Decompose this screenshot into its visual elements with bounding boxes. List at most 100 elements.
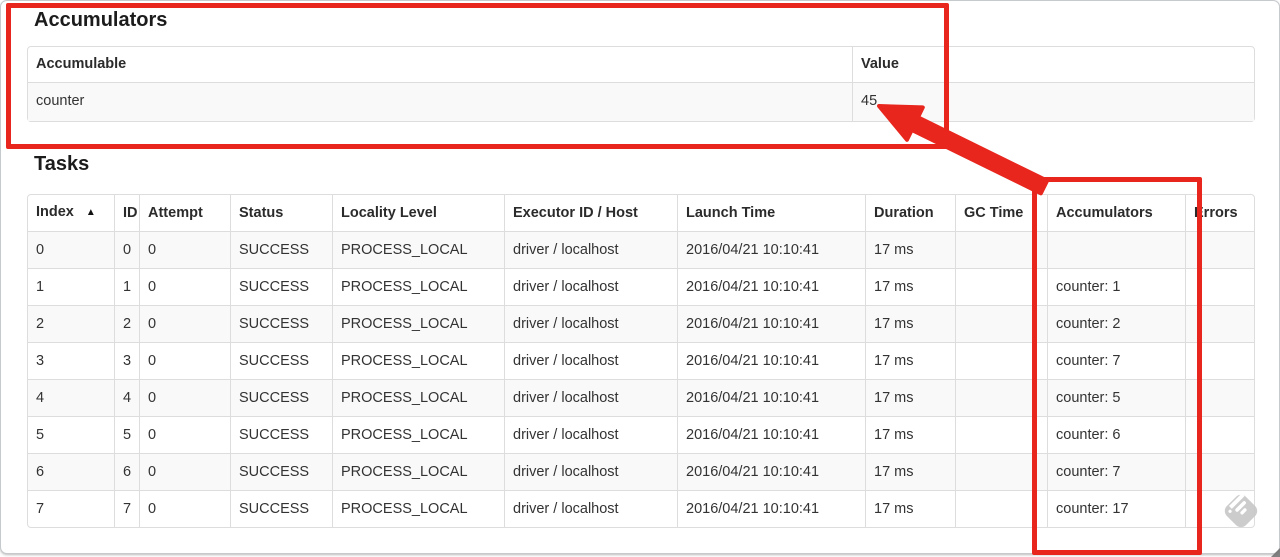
task-row: 770SUCCESSPROCESS_LOCALdriver / localhos… <box>28 490 1254 527</box>
task-cell <box>955 305 1047 342</box>
task-row: 440SUCCESSPROCESS_LOCALdriver / localhos… <box>28 379 1254 416</box>
task-cell <box>1185 379 1254 416</box>
task-cell: 2016/04/21 10:10:41 <box>677 305 865 342</box>
accumulable-name-cell: counter <box>28 82 852 121</box>
task-cell <box>955 379 1047 416</box>
task-cell <box>1185 268 1254 305</box>
task-cell <box>955 231 1047 268</box>
tasks-section-title: Tasks <box>34 153 89 175</box>
column-header-label: Index <box>36 204 74 220</box>
task-cell: 17 ms <box>865 453 955 490</box>
column-header-label: Executor ID / Host <box>513 205 638 221</box>
task-row: 110SUCCESSPROCESS_LOCALdriver / localhos… <box>28 268 1254 305</box>
task-cell: 0 <box>139 490 230 527</box>
task-cell <box>955 453 1047 490</box>
task-cell: PROCESS_LOCAL <box>332 453 504 490</box>
task-cell: driver / localhost <box>504 231 677 268</box>
task-cell: 0 <box>139 342 230 379</box>
task-cell <box>1185 416 1254 453</box>
task-row: 550SUCCESSPROCESS_LOCALdriver / localhos… <box>28 416 1254 453</box>
task-cell: 3 <box>114 342 139 379</box>
task-cell: PROCESS_LOCAL <box>332 490 504 527</box>
accumulable-value-cell: 45 <box>852 82 1254 121</box>
accumulator-row: counter 45 <box>28 82 1254 121</box>
task-cell: 1 <box>28 268 114 305</box>
task-cell: 0 <box>139 416 230 453</box>
task-cell <box>1185 305 1254 342</box>
column-header-label: Status <box>239 205 283 221</box>
task-cell: counter: 17 <box>1047 490 1185 527</box>
task-cell: 2016/04/21 10:10:41 <box>677 490 865 527</box>
accumulable-column-header: Accumulable <box>28 47 852 82</box>
task-cell <box>955 342 1047 379</box>
tasks-column-header-gc-time[interactable]: GC Time <box>955 195 1047 231</box>
task-cell: driver / localhost <box>504 305 677 342</box>
tasks-column-header-duration[interactable]: Duration <box>865 195 955 231</box>
task-cell <box>1185 231 1254 268</box>
task-cell: 2 <box>114 305 139 342</box>
task-cell: PROCESS_LOCAL <box>332 231 504 268</box>
task-cell: 2016/04/21 10:10:41 <box>677 416 865 453</box>
column-header-label: Accumulators <box>1056 205 1153 221</box>
task-cell: 0 <box>28 231 114 268</box>
task-cell: 17 ms <box>865 379 955 416</box>
tasks-column-header-attempt[interactable]: Attempt <box>139 195 230 231</box>
tasks-table: Index ▲ ID Attempt Status Locality Level Execu… <box>27 194 1255 528</box>
task-cell: PROCESS_LOCAL <box>332 268 504 305</box>
task-cell: SUCCESS <box>230 268 332 305</box>
task-cell: SUCCESS <box>230 453 332 490</box>
task-cell: 0 <box>139 453 230 490</box>
task-cell <box>1185 342 1254 379</box>
tasks-column-header-index[interactable]: Index ▲ <box>28 195 114 231</box>
task-cell: 17 ms <box>865 268 955 305</box>
task-cell <box>955 416 1047 453</box>
mouse-cursor-icon <box>1265 541 1280 557</box>
tasks-table-body: 000SUCCESSPROCESS_LOCALdriver / localhos… <box>28 231 1254 527</box>
column-header-label: Attempt <box>148 205 203 221</box>
task-cell: driver / localhost <box>504 268 677 305</box>
spark-ui-page: Accumulators Accumulable Value counter 4… <box>0 0 1280 554</box>
task-cell: 0 <box>139 268 230 305</box>
task-cell: 5 <box>28 416 114 453</box>
task-cell: driver / localhost <box>504 453 677 490</box>
task-cell: driver / localhost <box>504 416 677 453</box>
tasks-column-header-launch-time[interactable]: Launch Time <box>677 195 865 231</box>
task-cell: counter: 5 <box>1047 379 1185 416</box>
task-cell: PROCESS_LOCAL <box>332 305 504 342</box>
task-cell: 0 <box>114 231 139 268</box>
task-cell: counter: 7 <box>1047 342 1185 379</box>
tasks-column-header-executor-id-host[interactable]: Executor ID / Host <box>504 195 677 231</box>
column-header-label: Launch Time <box>686 205 775 221</box>
tasks-column-header-status[interactable]: Status <box>230 195 332 231</box>
task-cell: SUCCESS <box>230 490 332 527</box>
column-header-label: Locality Level <box>341 205 437 221</box>
tasks-column-header-errors[interactable]: Errors <box>1185 195 1254 231</box>
sort-ascending-icon: ▲ <box>86 207 96 218</box>
task-cell: 17 ms <box>865 490 955 527</box>
tasks-column-header-accumulators[interactable]: Accumulators <box>1047 195 1185 231</box>
accumulators-header-row: Accumulable Value <box>28 47 1254 82</box>
task-cell: 7 <box>28 490 114 527</box>
task-cell: 2016/04/21 10:10:41 <box>677 268 865 305</box>
task-cell: counter: 7 <box>1047 453 1185 490</box>
task-cell: SUCCESS <box>230 342 332 379</box>
task-cell: counter: 6 <box>1047 416 1185 453</box>
tasks-column-header-id[interactable]: ID <box>114 195 139 231</box>
task-cell: 0 <box>139 305 230 342</box>
task-cell: PROCESS_LOCAL <box>332 416 504 453</box>
tasks-column-header-locality-level[interactable]: Locality Level <box>332 195 504 231</box>
task-cell: driver / localhost <box>504 379 677 416</box>
task-cell: PROCESS_LOCAL <box>332 379 504 416</box>
task-row: 660SUCCESSPROCESS_LOCALdriver / localhos… <box>28 453 1254 490</box>
task-row: 000SUCCESSPROCESS_LOCALdriver / localhos… <box>28 231 1254 268</box>
task-cell: counter: 1 <box>1047 268 1185 305</box>
task-cell: 6 <box>28 453 114 490</box>
task-row: 330SUCCESSPROCESS_LOCALdriver / localhos… <box>28 342 1254 379</box>
task-cell: 0 <box>139 231 230 268</box>
column-header-label: Errors <box>1194 205 1238 221</box>
task-cell: 1 <box>114 268 139 305</box>
task-cell: 4 <box>28 379 114 416</box>
task-cell: SUCCESS <box>230 305 332 342</box>
task-cell <box>1185 453 1254 490</box>
task-cell: 2016/04/21 10:10:41 <box>677 231 865 268</box>
